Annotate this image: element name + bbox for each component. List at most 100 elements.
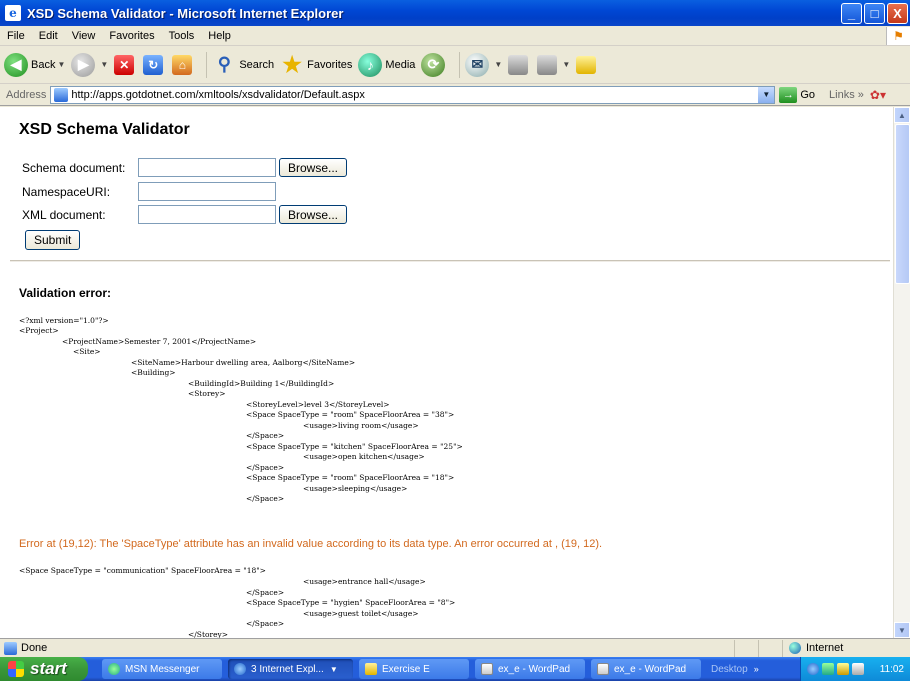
task-wordpad-1[interactable]: ex_e - WordPad xyxy=(475,659,585,679)
validation-error-heading: Validation error: xyxy=(19,286,112,300)
submit-button[interactable]: Submit xyxy=(25,230,81,250)
start-button[interactable]: start xyxy=(0,657,88,681)
search-label: Search xyxy=(239,58,275,71)
links-label: Links xyxy=(829,88,855,101)
folder-button[interactable] xyxy=(576,55,599,74)
mail-icon: ✉ xyxy=(465,52,490,77)
scroll-thumb[interactable] xyxy=(895,124,910,284)
xml-browse-button[interactable]: Browse... xyxy=(279,205,348,224)
clock[interactable]: 11:02 xyxy=(880,664,904,675)
task-wordpad-2[interactable]: ex_e - WordPad xyxy=(591,659,701,679)
media-button[interactable]: ♪ Media xyxy=(358,52,416,77)
task-msn-messenger[interactable]: MSN Messenger xyxy=(102,659,222,679)
task-internet-explorer[interactable]: 3 Internet Expl... ▼ xyxy=(228,659,353,679)
namespace-input[interactable] xyxy=(138,182,276,201)
xml-line: <Storey> xyxy=(188,389,226,398)
chevron-icon[interactable]: » xyxy=(754,664,759,674)
xml-line: <BuildingId>Building 1</BuildingId> xyxy=(188,379,335,388)
volume-icon[interactable] xyxy=(852,663,864,675)
history-button[interactable]: ⟳ xyxy=(421,52,448,77)
mail-dropdown-icon[interactable]: ▼ xyxy=(494,60,502,69)
address-dropdown-icon[interactable]: ▼ xyxy=(758,86,775,103)
security-zone[interactable]: Internet xyxy=(782,639,910,657)
close-button[interactable]: X xyxy=(887,2,908,24)
forward-arrow-icon: ▶ xyxy=(71,52,96,77)
xml-line: <Space SpaceType = "communication" Space… xyxy=(19,566,266,575)
stop-button[interactable]: ✕ xyxy=(114,54,137,75)
status-pane xyxy=(758,639,782,657)
page-content: XSD Schema Validator Schema document: Br… xyxy=(0,107,893,638)
back-dropdown-icon[interactable]: ▼ xyxy=(57,60,65,69)
menu-tools[interactable]: Tools xyxy=(162,30,202,42)
xml-line: <Site> xyxy=(73,347,101,356)
messenger-tray-icon[interactable] xyxy=(822,663,834,675)
windows-logo-icon: ⚑ xyxy=(886,26,910,45)
scroll-up-icon[interactable]: ▲ xyxy=(894,107,910,123)
tray-icon[interactable] xyxy=(837,663,849,675)
schema-label: Schema document: xyxy=(22,160,126,175)
xml-line: <Space SpaceType = "hygien" SpaceFloorAr… xyxy=(246,598,456,607)
menu-edit[interactable]: Edit xyxy=(32,30,65,42)
task-label: ex_e - WordPad xyxy=(614,663,687,675)
mail-button[interactable]: ✉ ▼ xyxy=(465,52,502,77)
vertical-scrollbar[interactable]: ▲ ▼ xyxy=(893,107,910,638)
folder-icon xyxy=(576,55,597,74)
edit-button[interactable]: ▼ xyxy=(537,54,570,75)
page-icon xyxy=(54,87,69,102)
task-label: MSN Messenger xyxy=(125,663,200,675)
wordpad-icon xyxy=(481,663,493,675)
xml-line: <?xml version="1.0"?> xyxy=(19,316,109,325)
maximize-button[interactable]: □ xyxy=(864,2,885,24)
menu-favorites[interactable]: Favorites xyxy=(102,30,161,42)
go-button[interactable]: → Go xyxy=(779,86,815,103)
desktop-toolbar[interactable]: Desktop » xyxy=(711,664,759,675)
back-arrow-icon: ◀ xyxy=(4,52,28,77)
schema-row: Schema document: Browse... xyxy=(22,158,348,177)
address-url[interactable]: http://apps.gotdotnet.com/xmltools/xsdva… xyxy=(71,89,758,101)
ie-app-icon[interactable]: e xyxy=(5,5,21,21)
scroll-down-icon[interactable]: ▼ xyxy=(894,622,910,638)
favorites-button[interactable]: ★ Favorites xyxy=(280,52,353,77)
refresh-icon: ↻ xyxy=(143,54,164,75)
menu-bar: File Edit View Favorites Tools Help ⚑ xyxy=(0,26,910,46)
address-input[interactable]: http://apps.gotdotnet.com/xmltools/xsdva… xyxy=(50,85,776,104)
favorites-label: Favorites xyxy=(307,58,353,71)
links-button[interactable]: Links » xyxy=(829,89,864,101)
back-button[interactable]: ◀ Back ▼ xyxy=(4,52,65,77)
page-done-icon xyxy=(4,641,17,655)
print-button[interactable] xyxy=(508,54,531,75)
minimize-button[interactable]: _ xyxy=(841,2,862,24)
status-bar: Done Internet xyxy=(0,638,910,657)
xml-file-input[interactable] xyxy=(138,205,276,224)
forward-button[interactable]: ▶ ▼ xyxy=(71,52,108,77)
xml-line: <Space SpaceType = "room" SpaceFloorArea… xyxy=(246,473,455,482)
media-label: Media xyxy=(385,58,416,71)
task-label: ex_e - WordPad xyxy=(498,663,571,675)
xml-line: <usage>sleeping</usage> xyxy=(303,484,408,493)
menu-view[interactable]: View xyxy=(65,30,103,42)
edit-page-icon xyxy=(537,54,558,75)
xml-line: <ProjectName>Semester 7, 2001</ProjectNa… xyxy=(62,337,257,346)
windows-flag-icon xyxy=(8,661,24,677)
task-exercise-e[interactable]: Exercise E xyxy=(359,659,469,679)
xml-line: <usage>living room</usage> xyxy=(303,421,419,430)
search-button[interactable]: ⚲ Search xyxy=(212,53,274,77)
msn-icon xyxy=(108,663,120,675)
menu-file[interactable]: File xyxy=(0,30,32,42)
xml-line: <Building> xyxy=(131,368,176,377)
menu-help[interactable]: Help xyxy=(201,30,238,42)
search-icon: ⚲ xyxy=(217,54,231,74)
status-panes: Internet xyxy=(734,639,910,657)
schema-browse-button[interactable]: Browse... xyxy=(279,158,348,177)
extension-icon[interactable]: ✿▾ xyxy=(870,88,886,102)
xml-label: XML document: xyxy=(22,207,106,222)
refresh-button[interactable]: ↻ xyxy=(143,54,166,75)
edit-dropdown-icon[interactable]: ▼ xyxy=(562,60,570,69)
network-icon[interactable] xyxy=(807,663,819,675)
forward-dropdown-icon[interactable]: ▼ xyxy=(100,60,108,69)
schema-file-input[interactable] xyxy=(138,158,276,177)
xml-line: </Storey> xyxy=(188,630,229,638)
home-button[interactable]: ⌂ xyxy=(172,54,195,75)
xml-line: <SiteName>Harbour dwelling area, Aalborg… xyxy=(131,358,356,367)
window-title: XSD Schema Validator - Microsoft Interne… xyxy=(27,5,344,21)
